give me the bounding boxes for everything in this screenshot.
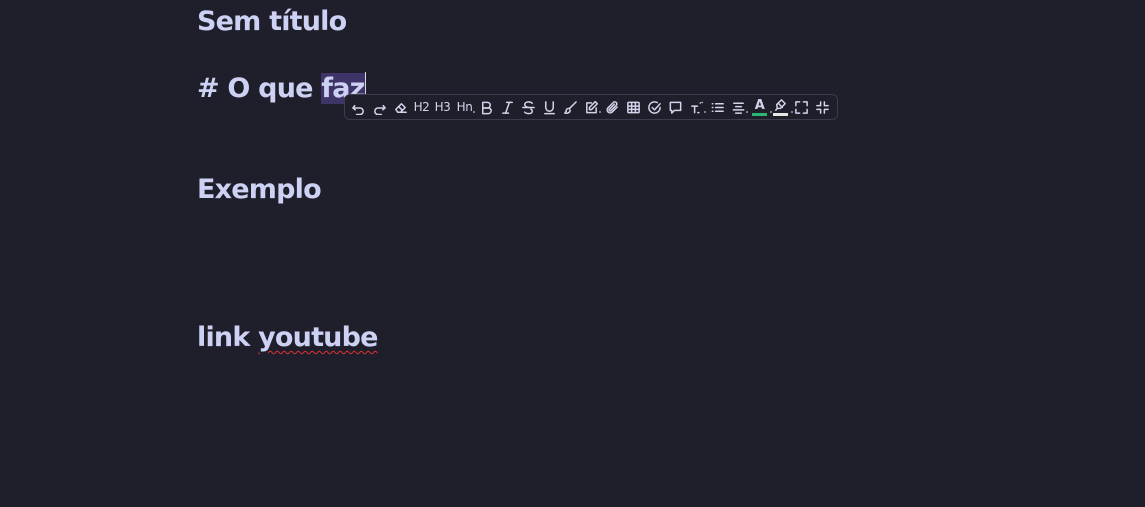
dropdown-indicator: [746, 111, 748, 113]
link-text: link: [197, 322, 259, 353]
highlight-button[interactable]: [770, 96, 793, 118]
checkbox-icon: [648, 100, 661, 114]
exit-fullscreen-button[interactable]: [812, 96, 833, 118]
clear-format-button[interactable]: [390, 96, 411, 118]
fullscreen-button[interactable]: [791, 96, 812, 118]
align-icon: [732, 102, 745, 114]
heading-2-button[interactable]: H2: [411, 96, 432, 118]
editor-heading-line[interactable]: # O que faz: [197, 72, 366, 106]
text-color-button[interactable]: A: [749, 96, 772, 118]
brush-button[interactable]: [560, 96, 581, 118]
list-button[interactable]: [707, 96, 728, 118]
undo-icon: [352, 104, 364, 115]
comment-button[interactable]: [665, 96, 686, 118]
text-color-icon: A: [754, 97, 765, 113]
redo-icon: [374, 104, 386, 115]
eraser-icon: [395, 102, 407, 113]
heading-3-button[interactable]: H3: [432, 96, 453, 118]
superscript-icon: [691, 101, 703, 113]
comment-icon: [669, 101, 682, 114]
dropdown-indicator: [473, 111, 475, 113]
text-color-swatch: [752, 113, 767, 116]
superscript-button[interactable]: [686, 96, 707, 118]
checklist-button[interactable]: [644, 96, 665, 118]
list-icon: [711, 102, 724, 112]
align-button[interactable]: [728, 96, 749, 118]
underline-button[interactable]: [539, 96, 560, 118]
undo-button[interactable]: [348, 96, 369, 118]
formatting-toolbar: H2 H3 Hn A: [344, 94, 838, 120]
underline-icon: [544, 100, 555, 114]
italic-button[interactable]: [497, 96, 518, 118]
fullscreen-icon: [795, 100, 808, 114]
edit-icon: [586, 100, 599, 113]
heading-2-label: H2: [413, 100, 430, 114]
dropdown-indicator: [704, 111, 706, 113]
brush-icon: [564, 100, 577, 114]
strikethrough-button[interactable]: [518, 96, 539, 118]
editor-line-exemplo[interactable]: Exemplo: [197, 173, 322, 207]
highlight-icon: [775, 99, 786, 111]
italic-icon: [502, 101, 513, 114]
heading-n-label: Hn: [456, 100, 473, 114]
page-title[interactable]: Sem título: [197, 5, 347, 39]
dropdown-indicator: [599, 111, 601, 113]
misspelled-word[interactable]: youtube: [258, 322, 378, 353]
table-icon: [627, 101, 640, 113]
bold-button[interactable]: [476, 96, 497, 118]
attachment-button[interactable]: [602, 96, 623, 118]
bold-icon: [482, 101, 492, 114]
redo-button[interactable]: [369, 96, 390, 118]
heading-3-label: H3: [434, 100, 451, 114]
edit-button[interactable]: [581, 96, 602, 118]
attachment-icon: [606, 100, 618, 114]
strikethrough-icon: [522, 100, 535, 114]
heading-n-button[interactable]: Hn: [453, 96, 476, 118]
editor-line-link[interactable]: link youtube: [197, 321, 378, 355]
heading-text: # O que: [197, 73, 322, 104]
highlight-color-swatch: [773, 113, 788, 116]
table-button[interactable]: [623, 96, 644, 118]
exit-fullscreen-icon: [816, 100, 829, 114]
